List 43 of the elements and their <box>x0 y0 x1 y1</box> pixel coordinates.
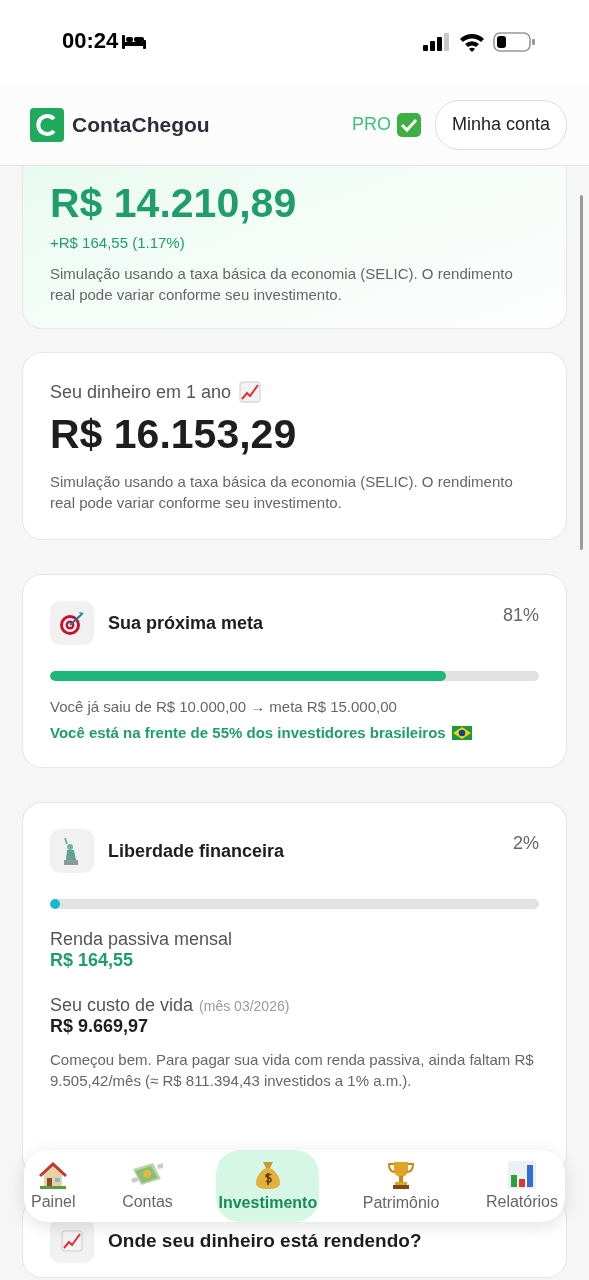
projected-amount: R$ 16.153,29 <box>50 410 298 459</box>
brazil-flag-icon <box>451 725 472 740</box>
progress-percent: 81% <box>502 605 539 626</box>
check-icon <box>396 112 421 137</box>
nav-tab[interactable]: Patrimônio <box>359 1150 443 1222</box>
progress-percent: 2% <box>513 833 539 854</box>
balance-change: +R$ 164,55 (1.17%) <box>50 234 186 251</box>
income-label: Renda passiva mensal <box>50 929 233 949</box>
battery-icon <box>493 32 535 52</box>
chart-up-icon <box>61 1230 83 1252</box>
disclaimer-text: Simulação usando a taxa básica da economia (SELIC). O rendimento real pode variar conforme seu investimento. <box>50 264 514 305</box>
freedom-note: Começou bem. Para pagar sua vida com renda passiva, ainda faltam R$ 9.505,42/mês (≈ R$ 811.394,43 investidos a 1% a.m.). <box>50 1050 535 1091</box>
bed-icon <box>122 33 147 49</box>
nav-tab[interactable]: Contas <box>119 1150 176 1222</box>
cost-period: (mês 03/2026) <box>199 998 290 1014</box>
income-value: R$ 164,55 <box>50 950 134 970</box>
card-title: Liberdade financeira <box>108 840 285 862</box>
money-bag-icon <box>254 1160 281 1190</box>
card-title: Onde seu dinheiro está rendendo? <box>108 1230 422 1252</box>
chart-up-icon <box>239 381 262 403</box>
plan-label: PRO <box>351 114 391 135</box>
disclaimer-text: Simulação usando a taxa básica da economia (SELIC). O rendimento real pode variar conforme seu investimento. <box>50 472 514 513</box>
cost-value: R$ 9.669,97 <box>50 1016 149 1036</box>
goal-detail: Você já saiu de R$ 10.000,00 → meta R$ 15.000,00 <box>50 698 398 715</box>
trophy-icon <box>387 1160 416 1190</box>
brand-name: ContaChegou <box>72 112 210 137</box>
signal-icon <box>423 33 451 51</box>
logo-icon <box>30 107 64 142</box>
card-title: Sua próxima meta <box>108 612 264 634</box>
account-button[interactable]: Minha conta <box>434 99 567 150</box>
scrollbar[interactable] <box>580 195 583 550</box>
clock-time: 00:24 <box>62 28 119 54</box>
nav-tab[interactable]: Painel <box>28 1150 79 1222</box>
target-icon <box>59 610 85 636</box>
card-title: Seu dinheiro em 1 ano <box>50 381 232 403</box>
wifi-icon <box>459 32 485 52</box>
cost-label: Seu custo de vida <box>50 995 194 1016</box>
house-icon <box>38 1161 69 1189</box>
nav-tab[interactable]: Relatórios <box>482 1150 561 1222</box>
ranking-text: Você está na frente de 55% dos investidores brasileiros <box>50 724 446 741</box>
bar-chart-icon <box>507 1161 536 1189</box>
balance-amount: R$ 14.210,89 <box>50 179 298 228</box>
nav-tab[interactable]: Investimento <box>216 1150 320 1222</box>
